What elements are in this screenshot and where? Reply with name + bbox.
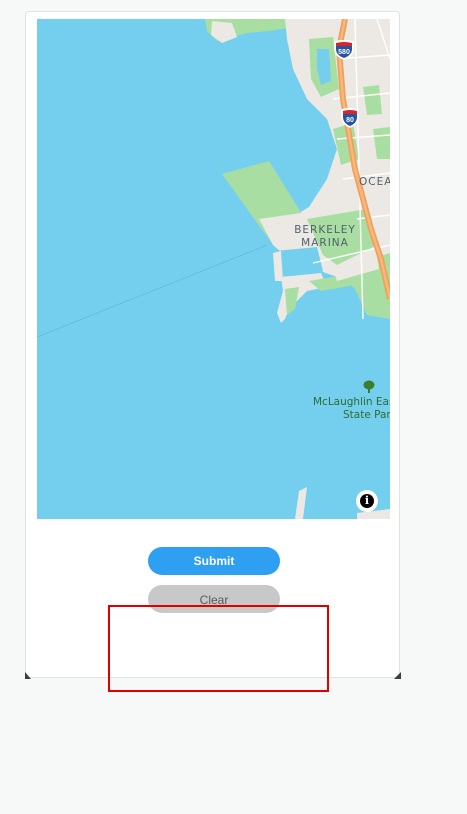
marina-label-line2: MARINA <box>301 237 349 249</box>
interstate-580-shield: 580 <box>333 40 355 60</box>
submit-button[interactable]: Submit <box>148 547 280 575</box>
shield-80-label: 80 <box>346 117 354 124</box>
info-icon: i <box>360 494 374 508</box>
highlight-annotation-box <box>108 605 329 692</box>
map-view[interactable]: 580 80 BERKELEY MARINA OCEA McLaughlin E… <box>37 19 390 519</box>
berkeley-marina-label: BERKELEY MARINA <box>275 224 375 250</box>
shield-580-label: 580 <box>338 49 350 56</box>
interstate-80-shield: 80 <box>339 108 361 128</box>
ocean-label: OCEA <box>359 176 390 188</box>
park-tree-icon <box>363 380 375 394</box>
park-label-line2: State Par <box>343 409 390 421</box>
marina-label-line1: BERKELEY <box>294 224 356 236</box>
map-tiles <box>37 19 390 519</box>
map-attribution-info-button[interactable]: i <box>356 490 378 512</box>
park-label-line1: McLaughlin Eas <box>313 396 390 408</box>
